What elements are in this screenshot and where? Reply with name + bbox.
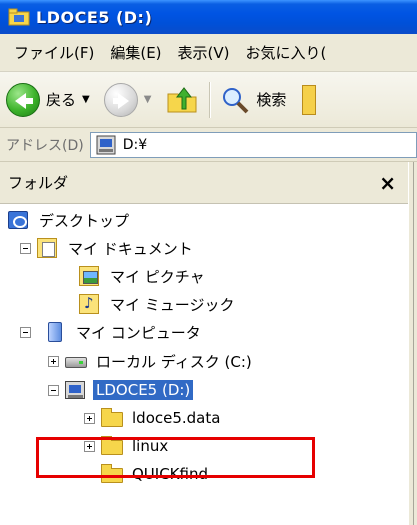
forward-dropdown-icon[interactable]: ▼: [144, 94, 152, 105]
tree-item-label: マイ コンピュータ: [76, 323, 201, 342]
tree-item-label: マイ ミュージック: [110, 295, 235, 314]
toolbar-separator: [209, 81, 211, 118]
close-icon[interactable]: ×: [379, 171, 396, 195]
collapse-icon[interactable]: [20, 242, 31, 254]
highlight-box: [36, 437, 315, 478]
my-music-icon: [79, 294, 101, 314]
pane-splitter[interactable]: [408, 162, 417, 525]
back-label: 戻る: [46, 91, 77, 109]
hard-drive-icon: [65, 351, 87, 371]
menu-favorites[interactable]: お気に入り(: [238, 42, 335, 63]
tree-item-label: ldoce5.data: [132, 409, 221, 427]
collapse-icon[interactable]: [48, 384, 59, 396]
tree-item-my-pictures[interactable]: マイ ピクチャ: [79, 262, 208, 290]
tree-item-my-documents[interactable]: マイ ドキュメント: [20, 234, 196, 262]
search-icon: [220, 85, 250, 115]
search-button[interactable]: 検索: [220, 78, 286, 122]
expand-icon[interactable]: [84, 412, 95, 424]
up-folder-button[interactable]: [151, 78, 199, 122]
tree-item-local-disk-c[interactable]: ローカル ディスク (C:): [48, 347, 255, 375]
folder-window-icon: [8, 8, 30, 26]
menu-file[interactable]: ファイル(F): [6, 42, 102, 63]
address-input[interactable]: D:¥: [89, 131, 417, 158]
tree-item-ldoce5-d[interactable]: LDOCE5 (D:): [48, 376, 194, 404]
drive-small-icon: [96, 135, 116, 154]
folder-icon: [101, 408, 123, 428]
address-value: D:¥: [122, 136, 148, 153]
tree-item-my-music[interactable]: マイ ミュージック: [79, 290, 237, 318]
forward-button[interactable]: ▼: [90, 78, 152, 122]
menu-view[interactable]: 表示(V): [170, 42, 238, 63]
folders-view-icon[interactable]: [302, 84, 317, 115]
tree-item-label: LDOCE5 (D:): [93, 380, 194, 400]
tree-item-label: ローカル ディスク (C:): [96, 352, 252, 371]
tree-item-ldoce5-data[interactable]: ldoce5.data: [84, 404, 223, 432]
address-label: アドレス(D): [6, 137, 84, 154]
toolbar: 戻る ▼ ▼ 検索: [0, 72, 417, 128]
expand-icon[interactable]: [48, 355, 59, 367]
tree-item-label: デスクトップ: [39, 211, 130, 230]
back-dropdown-icon[interactable]: ▼: [82, 94, 90, 105]
cd-drive-icon: [65, 380, 87, 400]
collapse-icon[interactable]: [20, 326, 31, 338]
back-arrow-icon: [6, 82, 40, 117]
menu-edit[interactable]: 編集(E): [102, 42, 169, 63]
address-bar: アドレス(D) D:¥: [0, 128, 417, 162]
menu-bar: ファイル(F) 編集(E) 表示(V) お気に入り(: [0, 34, 417, 72]
my-computer-icon: [45, 322, 67, 342]
tree-item-label: マイ ドキュメント: [68, 239, 193, 258]
my-pictures-icon: [79, 266, 101, 286]
search-label: 検索: [256, 91, 287, 109]
tree-item-label: マイ ピクチャ: [110, 267, 205, 286]
desktop-icon: [8, 210, 30, 230]
title-bar[interactable]: LDOCE5 (D:): [0, 0, 417, 34]
tree-item-desktop[interactable]: デスクトップ: [8, 206, 132, 234]
up-folder-icon: [165, 85, 199, 115]
forward-arrow-icon: [103, 82, 138, 117]
window-title: LDOCE5 (D:): [36, 7, 153, 27]
back-button[interactable]: 戻る ▼: [6, 78, 90, 122]
my-documents-icon: [37, 238, 59, 258]
tree-item-my-computer[interactable]: マイ コンピュータ: [20, 318, 204, 346]
folder-pane-header: フォルダ ×: [0, 162, 408, 204]
folder-pane-title: フォルダ: [8, 174, 69, 192]
